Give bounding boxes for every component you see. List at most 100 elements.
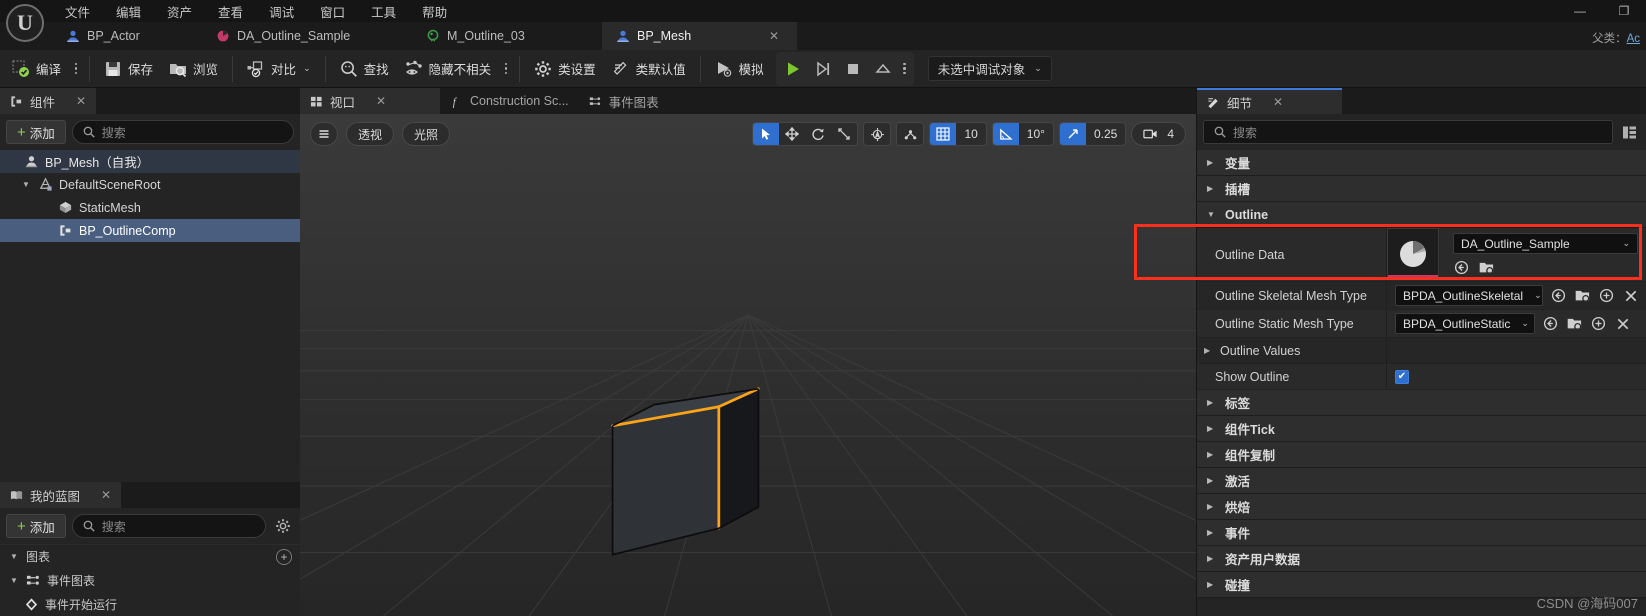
expander-arrow[interactable]: ▶ [1207, 450, 1217, 459]
category-variables[interactable]: ▶ 变量 [1197, 150, 1646, 176]
compile-options-button[interactable] [69, 54, 83, 84]
outline-data-thumbnail[interactable] [1387, 228, 1439, 280]
expander-arrow[interactable]: ▼ [1207, 210, 1217, 219]
property-row-outline-values[interactable]: ▶ Outline Values [1197, 338, 1646, 364]
restore-button[interactable]: ❐ [1602, 0, 1646, 22]
eject-button[interactable] [868, 55, 898, 83]
expander-arrow[interactable]: ▶ [1207, 424, 1217, 433]
menu-item-edit[interactable]: 编辑 [103, 0, 154, 23]
my-blueprint-search-input[interactable]: 搜索 [71, 514, 266, 538]
my-blueprint-item-event-beginplay[interactable]: 事件开始运行 [0, 592, 300, 616]
menu-item-view[interactable]: 查看 [205, 0, 256, 23]
asset-tab-m-outline-03[interactable]: M_Outline_03 [412, 22, 602, 50]
hide-unrelated-button[interactable]: 隐藏不相关 [397, 54, 500, 84]
tree-row-bp-outline-comp[interactable]: BP_OutlineComp [0, 219, 300, 242]
menu-item-debug[interactable]: 调试 [256, 0, 307, 23]
category-component-tick[interactable]: ▶ 组件Tick [1197, 416, 1646, 442]
category-events[interactable]: ▶ 事件 [1197, 520, 1646, 546]
menu-item-window[interactable]: 窗口 [307, 0, 358, 23]
play-options-button[interactable] [898, 54, 912, 84]
debug-object-selector[interactable]: 未选中调试对象 ⌄ [927, 56, 1052, 81]
play-button[interactable] [778, 55, 808, 83]
browse-to-asset-icon[interactable] [1550, 287, 1567, 304]
menu-item-help[interactable]: 帮助 [409, 0, 460, 23]
move-tool-button[interactable] [779, 123, 805, 145]
step-button[interactable] [808, 55, 838, 83]
use-selected-asset-icon[interactable] [1478, 259, 1495, 276]
tab-components[interactable]: 组件 ✕ [0, 88, 97, 114]
scale-snap-toggle[interactable] [1059, 123, 1086, 145]
my-blueprint-item-event-graph[interactable]: ▼ 事件图表 [0, 568, 300, 592]
expander-arrow[interactable]: ▶ [1207, 158, 1217, 167]
close-icon[interactable]: ✕ [753, 29, 779, 43]
static-mesh-cube[interactable] [300, 114, 1196, 616]
tab-event-graph[interactable]: 事件图表 [579, 88, 669, 114]
scale-snap-value[interactable]: 0.25 [1086, 123, 1125, 145]
minimize-button[interactable]: — [1558, 0, 1602, 22]
category-tags[interactable]: ▶ 标签 [1197, 390, 1646, 416]
browse-button[interactable]: 浏览 [161, 54, 226, 84]
expander-arrow[interactable]: ▼ [8, 576, 20, 585]
property-row-show-outline[interactable]: Show Outline ✔ [1197, 364, 1646, 390]
property-row-outline-skeletal-mesh-type[interactable]: Outline Skeletal Mesh Type BPDA_OutlineS… [1197, 282, 1646, 310]
angle-snap-toggle[interactable] [992, 123, 1019, 145]
angle-snap-value[interactable]: 10° [1019, 123, 1053, 145]
tab-construction-script[interactable]: f Construction Sc... [440, 88, 579, 114]
grid-snap-toggle[interactable] [930, 123, 957, 145]
viewport-lighting-button[interactable]: 光照 [402, 122, 451, 146]
viewport-menu-button[interactable] [310, 122, 338, 146]
property-row-outline-data[interactable]: Outline Data DA_Outline_Sample ⌄ [1197, 228, 1646, 282]
add-graph-button[interactable]: + [276, 548, 292, 565]
tab-my-blueprint[interactable]: 我的蓝图 ✕ [0, 482, 122, 508]
viewport-3d[interactable]: 透视 光照 10 10° 0.25 4 [300, 114, 1196, 616]
outline-data-asset-picker[interactable]: DA_Outline_Sample ⌄ [1453, 233, 1638, 254]
grid-snap-value[interactable]: 10 [956, 123, 985, 145]
scale-tool-button[interactable] [831, 123, 857, 145]
surface-snap-button[interactable] [897, 123, 923, 145]
tab-viewport[interactable]: 视口 ✕ [300, 88, 440, 114]
tree-row-default-scene-root[interactable]: ▼ DefaultSceneRoot [0, 173, 300, 196]
use-selected-asset-icon[interactable] [1566, 315, 1583, 332]
show-outline-checkbox[interactable]: ✔ [1395, 369, 1409, 384]
expander-arrow[interactable]: ▶ [1207, 184, 1217, 193]
expander-arrow[interactable]: ▶ [1204, 346, 1214, 355]
outline-static-class-picker[interactable]: BPDA_OutlineStatic ⌄ [1395, 313, 1535, 334]
diff-button[interactable]: 对比 ⌄ [239, 54, 319, 84]
expander-arrow[interactable]: ▶ [1207, 554, 1217, 563]
expander-arrow[interactable]: ▶ [1207, 528, 1217, 537]
components-search-input[interactable]: 搜索 [71, 120, 294, 144]
compile-button[interactable]: 编译 [4, 54, 69, 84]
details-columns-button[interactable] [1618, 121, 1640, 143]
tab-details[interactable]: 细节 ✕ [1197, 88, 1342, 114]
menu-item-asset[interactable]: 资产 [154, 0, 205, 23]
expander-arrow[interactable]: ▼ [8, 552, 20, 561]
category-activation[interactable]: ▶ 激活 [1197, 468, 1646, 494]
category-asset-user-data[interactable]: ▶ 资产用户数据 [1197, 546, 1646, 572]
close-icon[interactable]: ✕ [76, 94, 86, 108]
my-blueprint-section-graphs[interactable]: ▼ 图表 + [0, 544, 300, 568]
insert-icon[interactable] [1590, 315, 1607, 332]
parent-class-link[interactable]: Ac [1627, 33, 1640, 45]
stop-button[interactable] [838, 55, 868, 83]
close-icon[interactable]: ✕ [1273, 95, 1283, 109]
expander-arrow[interactable]: ▼ [20, 180, 32, 189]
browse-to-asset-icon[interactable] [1453, 259, 1470, 276]
asset-tab-bp-mesh[interactable]: BP_Mesh ✕ [602, 22, 797, 50]
category-outline[interactable]: ▼ Outline [1197, 202, 1646, 228]
close-icon[interactable]: ✕ [376, 94, 386, 108]
expander-arrow[interactable]: ▶ [1207, 580, 1217, 589]
add-blueprint-item-button[interactable]: + 添加 [6, 514, 66, 538]
viewport-perspective-button[interactable]: 透视 [346, 122, 395, 146]
find-button[interactable]: 查找 [332, 54, 397, 84]
use-selected-asset-icon[interactable] [1574, 287, 1591, 304]
class-defaults-button[interactable]: 类默认值 [604, 54, 694, 84]
camera-speed-button[interactable]: 4 [1131, 122, 1186, 146]
clear-icon[interactable] [1614, 315, 1631, 332]
class-settings-button[interactable]: 类设置 [526, 54, 604, 84]
tree-row-static-mesh[interactable]: StaticMesh [0, 196, 300, 219]
save-button[interactable]: 保存 [96, 54, 161, 84]
close-icon[interactable]: ✕ [101, 488, 111, 502]
rotate-tool-button[interactable] [805, 123, 831, 145]
tree-row-bp-mesh-self[interactable]: BP_Mesh（自我） [0, 150, 300, 173]
add-component-button[interactable]: + 添加 [6, 120, 66, 144]
